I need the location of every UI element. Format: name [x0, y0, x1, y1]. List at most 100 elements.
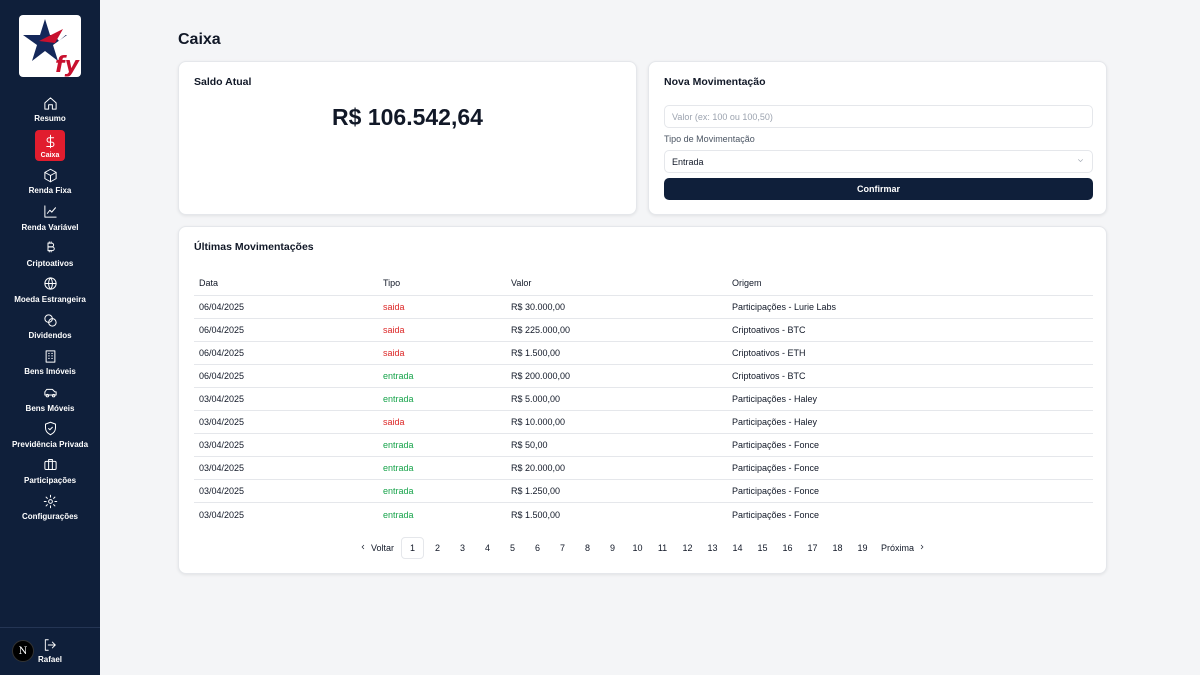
gear-icon	[41, 492, 59, 510]
table-row: 03/04/2025 entrada R$ 1.500,00 Participaçõe…	[194, 503, 1093, 526]
sidebar-item-label: Dividendos	[28, 331, 72, 341]
cell-origem: Participações - Haley	[727, 387, 1093, 411]
table-row: 06/04/2025 saida R$ 30.000,00 Participações…	[194, 295, 1093, 319]
logout-button[interactable]	[38, 638, 62, 656]
sidebar-item-moeda-estrangeira[interactable]: Moeda Estrangeira	[0, 273, 100, 309]
page-button-8[interactable]: 8	[575, 537, 600, 559]
bitcoin-icon	[41, 239, 59, 257]
sidebar: fy Resumo Caixa Renda Fixa Renda Variáve…	[0, 0, 100, 675]
sidebar-item-label: Renda Fixa	[28, 186, 72, 196]
sidebar-item-resumo[interactable]: Resumo	[0, 92, 100, 128]
page-button-11[interactable]: 11	[650, 537, 675, 559]
shield-icon	[41, 420, 59, 438]
table-row: 06/04/2025 saida R$ 1.500,00 Criptoativos -…	[194, 341, 1093, 365]
cell-data: 03/04/2025	[194, 433, 378, 458]
cell-origem: Criptoativos - BTC	[727, 364, 1093, 388]
cell-data: 03/04/2025	[194, 456, 378, 481]
sidebar-item-dividendos[interactable]: Dividendos	[0, 309, 100, 345]
column-header-valor[interactable]: Valor	[506, 271, 727, 296]
cell-valor: R$ 20.000,00	[506, 456, 727, 481]
car-icon	[41, 384, 59, 402]
cell-data: 06/04/2025	[194, 364, 378, 388]
page-button-6[interactable]: 6	[525, 537, 550, 559]
page-button-9[interactable]: 9	[600, 537, 625, 559]
sidebar-item-previdencia-privada[interactable]: Previdência Privada	[0, 418, 100, 454]
cell-origem: Participações - Fonce	[727, 456, 1093, 481]
table-row: 03/04/2025 saida R$ 10.000,00 Participações…	[194, 410, 1093, 435]
page-button-14[interactable]: 14	[725, 537, 750, 559]
user-name: Rafael	[37, 655, 62, 664]
logout-icon	[43, 638, 57, 657]
prev-page-button[interactable]: Voltar	[353, 537, 400, 559]
brand-logo[interactable]: fy	[19, 15, 81, 77]
column-header-tipo[interactable]: Tipo	[378, 271, 506, 296]
page-button-16[interactable]: 16	[775, 537, 800, 559]
cell-valor: R$ 50,00	[506, 433, 727, 458]
page-title: Caixa	[178, 31, 221, 48]
page-button-12[interactable]: 12	[675, 537, 700, 559]
cell-valor: R$ 1.250,00	[506, 479, 727, 504]
page-button-10[interactable]: 10	[625, 537, 650, 559]
cell-origem: Participações - Lurie Labs	[727, 295, 1093, 319]
cell-origem: Participações - Haley	[727, 410, 1093, 435]
sidebar-item-criptoativos[interactable]: Criptoativos	[0, 237, 100, 273]
cell-tipo: saida	[378, 341, 506, 365]
star-logo-icon: fy	[23, 19, 81, 77]
page-button-15[interactable]: 15	[750, 537, 775, 559]
cell-data: 03/04/2025	[194, 387, 378, 411]
sidebar-item-label: Participações	[23, 475, 77, 485]
page-button-3[interactable]: 3	[450, 537, 475, 559]
sidebar-item-bens-imoveis[interactable]: Bens Imóveis	[0, 345, 100, 381]
movement-type-value: Entrada	[672, 156, 704, 167]
next-page-button[interactable]: Próxima	[875, 537, 932, 559]
sidebar-item-renda-fixa[interactable]: Renda Fixa	[0, 164, 100, 200]
table-row: 03/04/2025 entrada R$ 5.000,00 Participaçõe…	[194, 387, 1093, 411]
home-icon	[41, 94, 59, 112]
column-header-data[interactable]: Data	[194, 271, 378, 296]
page-button-19[interactable]: 19	[850, 537, 875, 559]
page-button-5[interactable]: 5	[500, 537, 525, 559]
cell-tipo: entrada	[378, 479, 506, 504]
pagination: Voltar 1 2 3 4 5 6 7 8 9 10 11 12 13 14 15 16 17 18 19 Pró…	[179, 537, 1106, 559]
table-header-row: Data Tipo Valor Origem	[194, 271, 1093, 296]
coins-icon	[41, 311, 59, 329]
page-button-18[interactable]: 18	[825, 537, 850, 559]
sidebar-item-label: Bens Móveis	[25, 403, 75, 413]
page-button-13[interactable]: 13	[700, 537, 725, 559]
sidebar-item-label: Bens Imóveis	[24, 367, 76, 377]
new-movement-card: Nova Movimentação Tipo de Movimentação E…	[648, 61, 1107, 215]
cell-data: 06/04/2025	[194, 295, 378, 319]
page-button-4[interactable]: 4	[475, 537, 500, 559]
confirm-button[interactable]: Confirmar	[664, 178, 1093, 200]
cell-valor: R$ 1.500,00	[506, 341, 727, 365]
movements-table: Data Tipo Valor Origem 06/04/2025 saida R$…	[194, 271, 1093, 526]
sidebar-item-label: Renda Variável	[21, 222, 79, 232]
column-header-origem[interactable]: Origem	[727, 271, 1093, 296]
box-icon	[41, 166, 59, 184]
page-button-1[interactable]: 1	[401, 537, 424, 559]
building-icon	[41, 347, 59, 365]
page-button-7[interactable]: 7	[550, 537, 575, 559]
movements-card: Últimas Movimentações Data Tipo Valor Or…	[178, 226, 1107, 574]
page-button-17[interactable]: 17	[800, 537, 825, 559]
sidebar-item-label: Previdência Privada	[11, 439, 89, 449]
value-input[interactable]	[664, 105, 1093, 128]
sidebar-item-configuracoes[interactable]: Configurações	[0, 490, 100, 526]
globe-icon	[41, 275, 59, 293]
new-movement-title: Nova Movimentação	[664, 76, 766, 88]
table-row: 03/04/2025 entrada R$ 20.000,00 Participaçõ…	[194, 456, 1093, 481]
page-button-2[interactable]: 2	[425, 537, 450, 559]
cell-valor: R$ 10.000,00	[506, 410, 727, 435]
balance-title: Saldo Atual	[194, 76, 252, 88]
sidebar-item-bens-moveis[interactable]: Bens Móveis	[0, 382, 100, 418]
cell-valor: R$ 1.500,00	[511, 509, 561, 520]
sidebar-item-caixa[interactable]: Caixa	[0, 128, 100, 164]
sidebar-item-participacoes[interactable]: Participações	[0, 454, 100, 490]
cell-data: 03/04/2025	[194, 410, 378, 435]
chart-line-icon	[41, 203, 59, 221]
movement-type-select[interactable]: Entrada	[664, 150, 1093, 173]
cell-tipo: entrada	[378, 433, 506, 458]
cell-data: 03/04/2025	[194, 479, 378, 504]
sidebar-item-label: Resumo	[34, 114, 66, 123]
sidebar-item-renda-variavel[interactable]: Renda Variável	[0, 201, 100, 237]
